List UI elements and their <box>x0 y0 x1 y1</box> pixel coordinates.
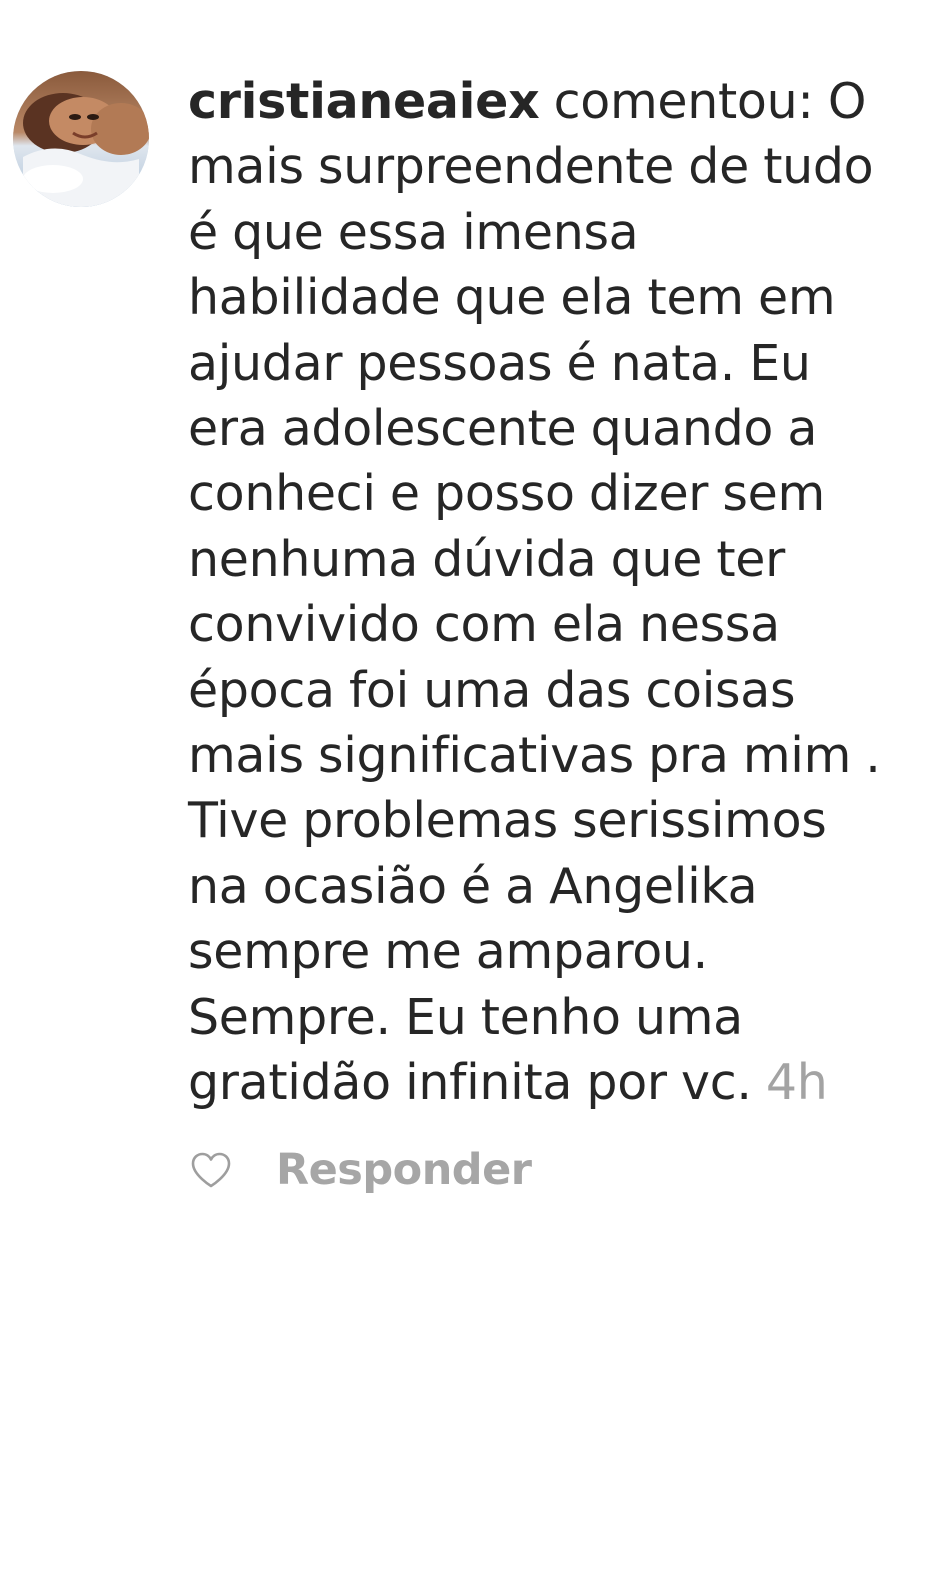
comment-line: mais surpreendente de tudo <box>188 138 874 196</box>
avatar[interactable] <box>13 71 149 207</box>
comment-timestamp: 4h <box>765 1054 828 1112</box>
comment-line: Tive problemas serissimos <box>188 792 827 850</box>
comment-line: época foi uma das coisas <box>188 661 796 719</box>
comment-line: é que essa imensa <box>188 203 639 261</box>
comment-actions: Responder <box>190 1140 532 1200</box>
avatar-photo <box>13 71 149 207</box>
comment-line: sempre me amparou. <box>188 923 708 981</box>
comment-line: habilidade que ela tem em <box>188 269 836 327</box>
comment-line: na ocasião é a Angelika <box>188 857 758 915</box>
reply-button[interactable]: Responder <box>276 1145 532 1195</box>
comment-line: gratidão infinita por vc. <box>188 1054 752 1112</box>
comment-verb: comentou: <box>553 73 814 130</box>
comment-line: convivido com ela nessa <box>188 596 780 654</box>
comment-line: ajudar pessoas é nata. Eu <box>188 334 811 392</box>
comment-line: Sempre. Eu tenho uma <box>188 988 743 1046</box>
comment-line: O <box>827 73 867 130</box>
heart-outline-icon[interactable] <box>190 1151 232 1189</box>
comment-line: conheci e posso dizer sem <box>188 465 825 523</box>
comment-line: nenhuma dúvida que ter <box>188 530 785 588</box>
comment-username[interactable]: cristianeaiex <box>188 73 540 130</box>
comment-line: era adolescente quando a <box>188 400 818 458</box>
comment-line: mais significativas pra mim . <box>188 727 881 785</box>
comment-text: cristianeaiex comentou: Omais surpreende… <box>188 69 908 1116</box>
